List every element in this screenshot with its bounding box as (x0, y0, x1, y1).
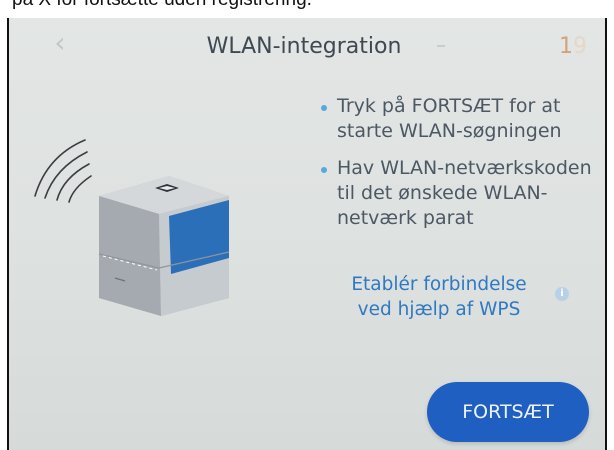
continue-button[interactable]: FORTSÆT (427, 382, 589, 442)
title-divider (437, 45, 445, 47)
instruction-list: Tryk på FORTSÆT for at starte WLAN-søgni… (319, 94, 599, 243)
list-item-text: Hav WLAN-netværkskoden til det ønskede W… (337, 157, 592, 229)
wlan-device-illustration (34, 139, 230, 316)
list-item-text: Tryk på FORTSÆT for at starte WLAN-søgni… (337, 95, 562, 142)
screen-frame: ‹ WLAN-integration 19 Tryk på FORTSÆT fo… (0, 18, 614, 450)
step-indicator: 19 (527, 30, 587, 64)
wifi-signal-icon (34, 139, 92, 203)
router-body (98, 176, 230, 316)
device-screen: ‹ WLAN-integration 19 Tryk på FORTSÆT fo… (9, 18, 605, 450)
header-bar: ‹ WLAN-integration 19 (9, 18, 605, 84)
frame-border-right (605, 18, 607, 450)
back-button[interactable]: ‹ (45, 26, 75, 60)
step-current: 1 (559, 34, 573, 59)
instruction-caption: på X for fortsætte uden registrering. (0, 0, 614, 18)
caption-text: på X for fortsætte uden registrering. (12, 0, 312, 10)
bullet-dot (321, 105, 327, 111)
bullet-dot (321, 167, 327, 173)
info-icon[interactable]: i (555, 287, 569, 301)
chevron-left-icon: ‹ (54, 26, 66, 59)
list-item: Hav WLAN-netværkskoden til det ønskede W… (319, 156, 599, 231)
wps-connect-link[interactable]: Etablér forbindelse ved hjælp af WPS (339, 272, 539, 322)
list-item: Tryk på FORTSÆT for at starte WLAN-søgni… (319, 94, 599, 144)
step-total: 9 (573, 34, 587, 59)
page-title: WLAN-integration (206, 34, 402, 59)
